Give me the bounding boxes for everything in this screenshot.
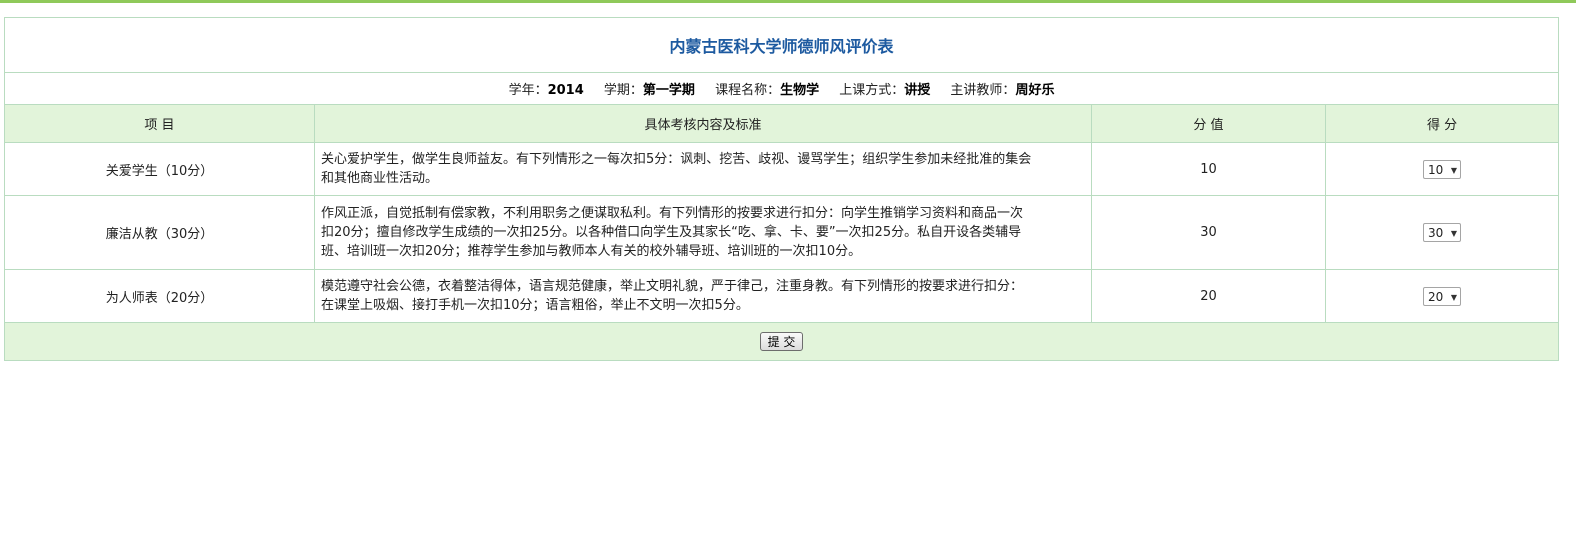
score-select[interactable]: 20 ▼ (1423, 286, 1461, 306)
row-get-cell: 30 ▼ (1324, 195, 1560, 270)
row-item: 关爱学生（10分） (4, 142, 315, 196)
chevron-down-icon: ▼ (1450, 229, 1457, 238)
course-info-bar: 学年：2014 学期：第一学期 课程名称：生物学 上课方式：讲授 主讲教师：周好… (3, 72, 1560, 105)
row-get-cell: 10 ▼ (1324, 142, 1560, 196)
evaluation-table: 内蒙古医科大学师德师风评价表 学年：2014 学期：第一学期 课程名称：生物学 … (3, 17, 1560, 361)
table-row: 廉洁从教（30分） 作风正派，自觉抵制有偿家教，不利用职务之便谋取私利。有下列情… (4, 195, 1560, 270)
score-select[interactable]: 10 ▼ (1423, 159, 1461, 179)
row-get-cell: 20 ▼ (1324, 269, 1560, 323)
submit-cell: 提 交 (3, 322, 1560, 361)
year-label: 学年： (508, 83, 548, 98)
description-line: 扣20分；擅自修改学生成绩的一次扣25分。以各种借口向学生及其家长“吃、拿、卡、… (321, 225, 1022, 240)
method-value: 讲授 (904, 83, 931, 98)
row-score: 30 (1091, 195, 1326, 270)
term-label: 学期： (603, 83, 643, 98)
description-line: 和其他商业性活动。 (321, 171, 439, 186)
select-value: 10 (1428, 162, 1444, 177)
description-line: 班、培训班一次扣20分；推荐学生参加与教师本人有关的校外辅导班、培训班的一次扣1… (321, 244, 862, 259)
row-description: 关心爱护学生，做学生良师益友。有下列情形之一每次扣5分：讽刺、挖苦、歧视、谩骂学… (314, 142, 1092, 196)
select-value: 30 (1428, 226, 1444, 240)
chevron-down-icon: ▼ (1450, 165, 1457, 175)
table-header-row: 项 目 具体考核内容及标准 分 值 得 分 (4, 104, 1560, 143)
term-value: 第一学期 (642, 83, 695, 98)
description-line: 作风正派，自觉抵制有偿家教，不利用职务之便谋取私利。有下列情形的按要求进行扣分：… (321, 206, 1024, 221)
description-line: 模范遵守社会公德，衣着整洁得体，语言规范健康，举止文明礼貌，严于律己，注重身教。… (321, 279, 1024, 294)
method-label: 上课方式： (839, 83, 905, 98)
form-title: 内蒙古医科大学师德师风评价表 (3, 17, 1560, 73)
teacher-label: 主讲教师： (950, 83, 1016, 98)
course-value: 生物学 (780, 83, 820, 98)
row-score: 10 (1091, 142, 1326, 196)
row-score: 20 (1091, 269, 1326, 323)
description-line: 关心爱护学生，做学生良师益友。有下列情形之一每次扣5分：讽刺、挖苦、歧视、谩骂学… (321, 152, 1032, 167)
chevron-down-icon: ▼ (1450, 292, 1457, 302)
course-label: 课程名称： (715, 83, 781, 98)
header-get: 得 分 (1324, 104, 1560, 143)
row-description: 作风正派，自觉抵制有偿家教，不利用职务之便谋取私利。有下列情形的按要求进行扣分：… (314, 195, 1092, 270)
row-description: 模范遵守社会公德，衣着整洁得体，语言规范健康，举止文明礼貌，严于律己，注重身教。… (314, 269, 1092, 323)
table-row: 为人师表（20分） 模范遵守社会公德，衣着整洁得体，语言规范健康，举止文明礼貌，… (4, 269, 1560, 323)
row-item: 廉洁从教（30分） (4, 195, 315, 270)
header-score: 分 值 (1091, 104, 1326, 143)
table-row: 关爱学生（10分） 关心爱护学生，做学生良师益友。有下列情形之一每次扣5分：讽刺… (4, 142, 1560, 196)
header-item: 项 目 (4, 104, 315, 143)
teacher-value: 周好乐 (1015, 83, 1055, 98)
submit-button[interactable]: 提 交 (759, 332, 804, 351)
top-accent-bar (0, 0, 1576, 3)
row-item: 为人师表（20分） (4, 269, 315, 323)
year-value: 2014 (547, 83, 584, 98)
score-select[interactable]: 30 ▼ (1423, 223, 1461, 242)
header-content: 具体考核内容及标准 (314, 104, 1092, 143)
table-footer-row: 提 交 (3, 322, 1560, 361)
select-value: 20 (1428, 289, 1444, 304)
evaluation-form: 内蒙古医科大学师德师风评价表 学年：2014 学期：第一学期 课程名称：生物学 … (3, 17, 1560, 361)
description-line: 在课堂上吸烟、接打手机一次扣10分；语言粗俗，举止不文明一次扣5分。 (321, 298, 749, 313)
